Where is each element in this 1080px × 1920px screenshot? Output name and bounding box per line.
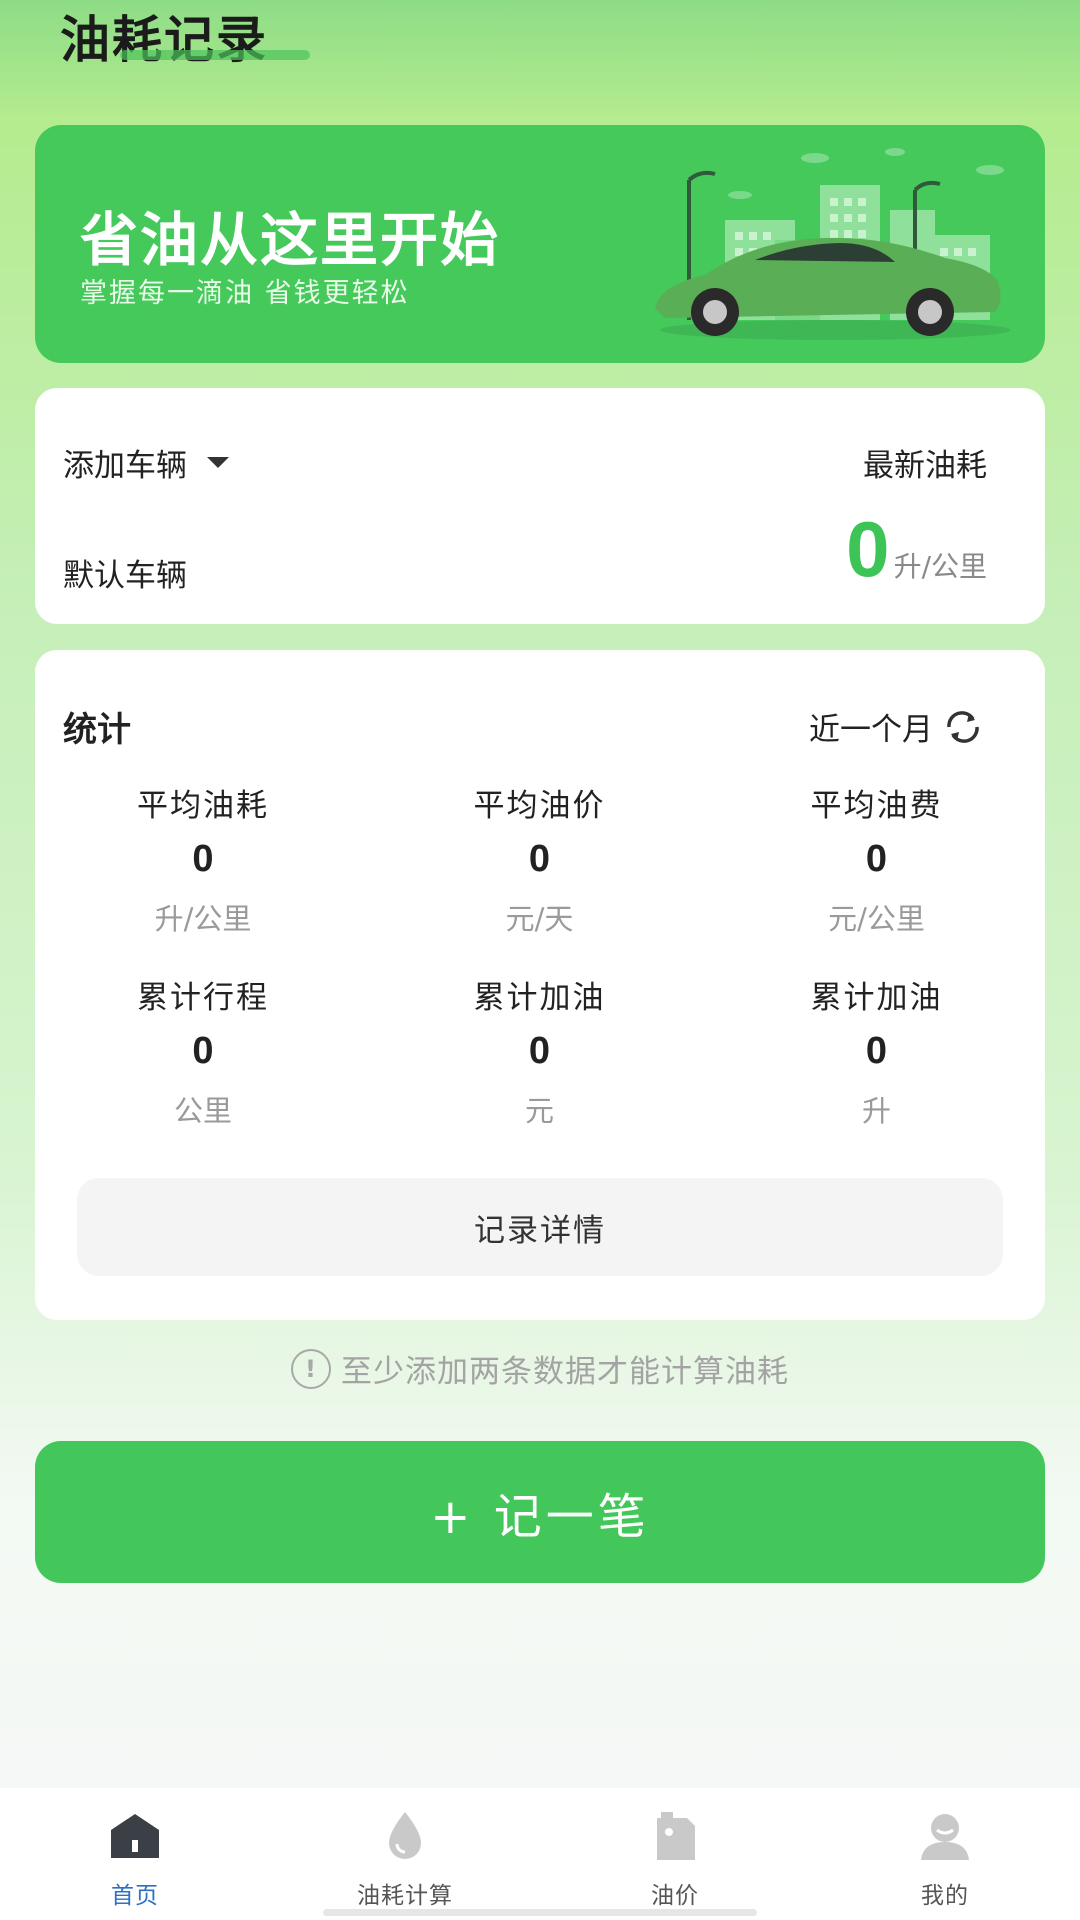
nav-fuel-price[interactable]: 油价 (540, 1788, 810, 1920)
latest-consumption-unit: 升/公里 (893, 550, 987, 583)
latest-consumption: 0 升/公里 (846, 510, 987, 588)
stats-grid: 平均油耗 0 升/公里 平均油价 0 元/天 平均油费 0 元/公里 累计行程 … (35, 780, 1045, 1128)
nav-fuel-calc[interactable]: 油耗计算 (270, 1788, 540, 1920)
stat-total-fuel-cost: 累计加油 0 元 (371, 972, 708, 1128)
stat-unit: 元 (524, 1094, 554, 1128)
stat-avg-price: 平均油价 0 元/天 (371, 780, 708, 936)
drop-icon (389, 1812, 421, 1859)
period-label: 近一个月 (809, 712, 933, 748)
nav-home[interactable]: 首页 (0, 1788, 270, 1920)
banner-title: 省油从这里开始 (80, 206, 501, 274)
stat-value: 0 (192, 838, 214, 880)
stat-value: 0 (865, 838, 888, 880)
city-car-illustration (655, 148, 1010, 340)
stat-label: 累计加油 (473, 980, 606, 1016)
stat-value: 0 (192, 1030, 214, 1072)
banner-subtitle: 掌握每一滴油 省钱更轻松 (80, 278, 410, 309)
user-icon (921, 1814, 969, 1860)
stat-unit: 升/公里 (154, 902, 252, 936)
home-indicator (323, 1909, 757, 1916)
stat-value: 0 (865, 1030, 888, 1072)
add-vehicle-dropdown[interactable]: 添加车辆 (63, 440, 229, 485)
home-icon (111, 1814, 159, 1858)
title-underline (120, 50, 310, 60)
period-selector[interactable]: 近一个月 (809, 704, 985, 749)
latest-consumption-value: 0 (846, 505, 890, 593)
hint-text: 至少添加两条数据才能计算油耗 (341, 1354, 789, 1390)
stat-total-distance: 累计行程 0 公里 (35, 972, 371, 1128)
nav-label: 油价 (651, 1883, 699, 1909)
record-details-button[interactable]: 记录详情 (77, 1178, 1003, 1276)
nav-mine[interactable]: 我的 (810, 1788, 1080, 1920)
vehicle-card: 添加车辆 最新油耗 默认车辆 0 升/公里 (35, 388, 1045, 624)
stat-label: 平均油价 (473, 788, 606, 824)
banner[interactable]: 省油从这里开始 掌握每一滴油 省钱更轻松 (35, 125, 1045, 363)
stat-unit: 元/天 (505, 902, 574, 936)
stat-value: 0 (528, 838, 551, 880)
nav-label: 首页 (111, 1883, 159, 1909)
stats-title: 统计 (63, 710, 131, 750)
fuel-can-icon (657, 1812, 695, 1860)
stats-card: 统计 近一个月 平均油耗 0 升/公里 平均油价 0 元/天 平均油费 0 元/… (35, 650, 1045, 1320)
nav-label: 油耗计算 (357, 1883, 453, 1909)
stat-total-fuel-volume: 累计加油 0 升 (708, 972, 1045, 1128)
stat-unit: 元/公里 (828, 902, 925, 936)
latest-consumption-label: 最新油耗 (863, 448, 987, 484)
stat-label: 平均油费 (810, 788, 943, 824)
info-icon: ! (291, 1348, 331, 1389)
hint-message: ! 至少添加两条数据才能计算油耗 (0, 1346, 1080, 1391)
stat-label: 平均油耗 (137, 788, 269, 824)
stat-label: 累计行程 (137, 980, 269, 1016)
bottom-nav: 首页 油耗计算 油价 我的 (0, 1788, 1080, 1920)
refresh-icon (947, 710, 979, 743)
stat-unit: 公里 (173, 1094, 232, 1128)
page-title: 油耗记录 (60, 11, 268, 69)
nav-label: 我的 (921, 1883, 969, 1909)
stat-value: 0 (528, 1030, 551, 1072)
add-vehicle-label: 添加车辆 (63, 448, 187, 484)
vehicle-name: 默认车辆 (63, 558, 187, 594)
stat-label: 累计加油 (810, 980, 943, 1016)
stat-avg-cost: 平均油费 0 元/公里 (708, 780, 1045, 936)
caret-down-icon (207, 457, 229, 468)
stat-avg-consumption: 平均油耗 0 升/公里 (35, 780, 371, 936)
stat-unit: 升 (861, 1094, 891, 1128)
add-record-button[interactable]: + 记一笔 (35, 1441, 1045, 1583)
